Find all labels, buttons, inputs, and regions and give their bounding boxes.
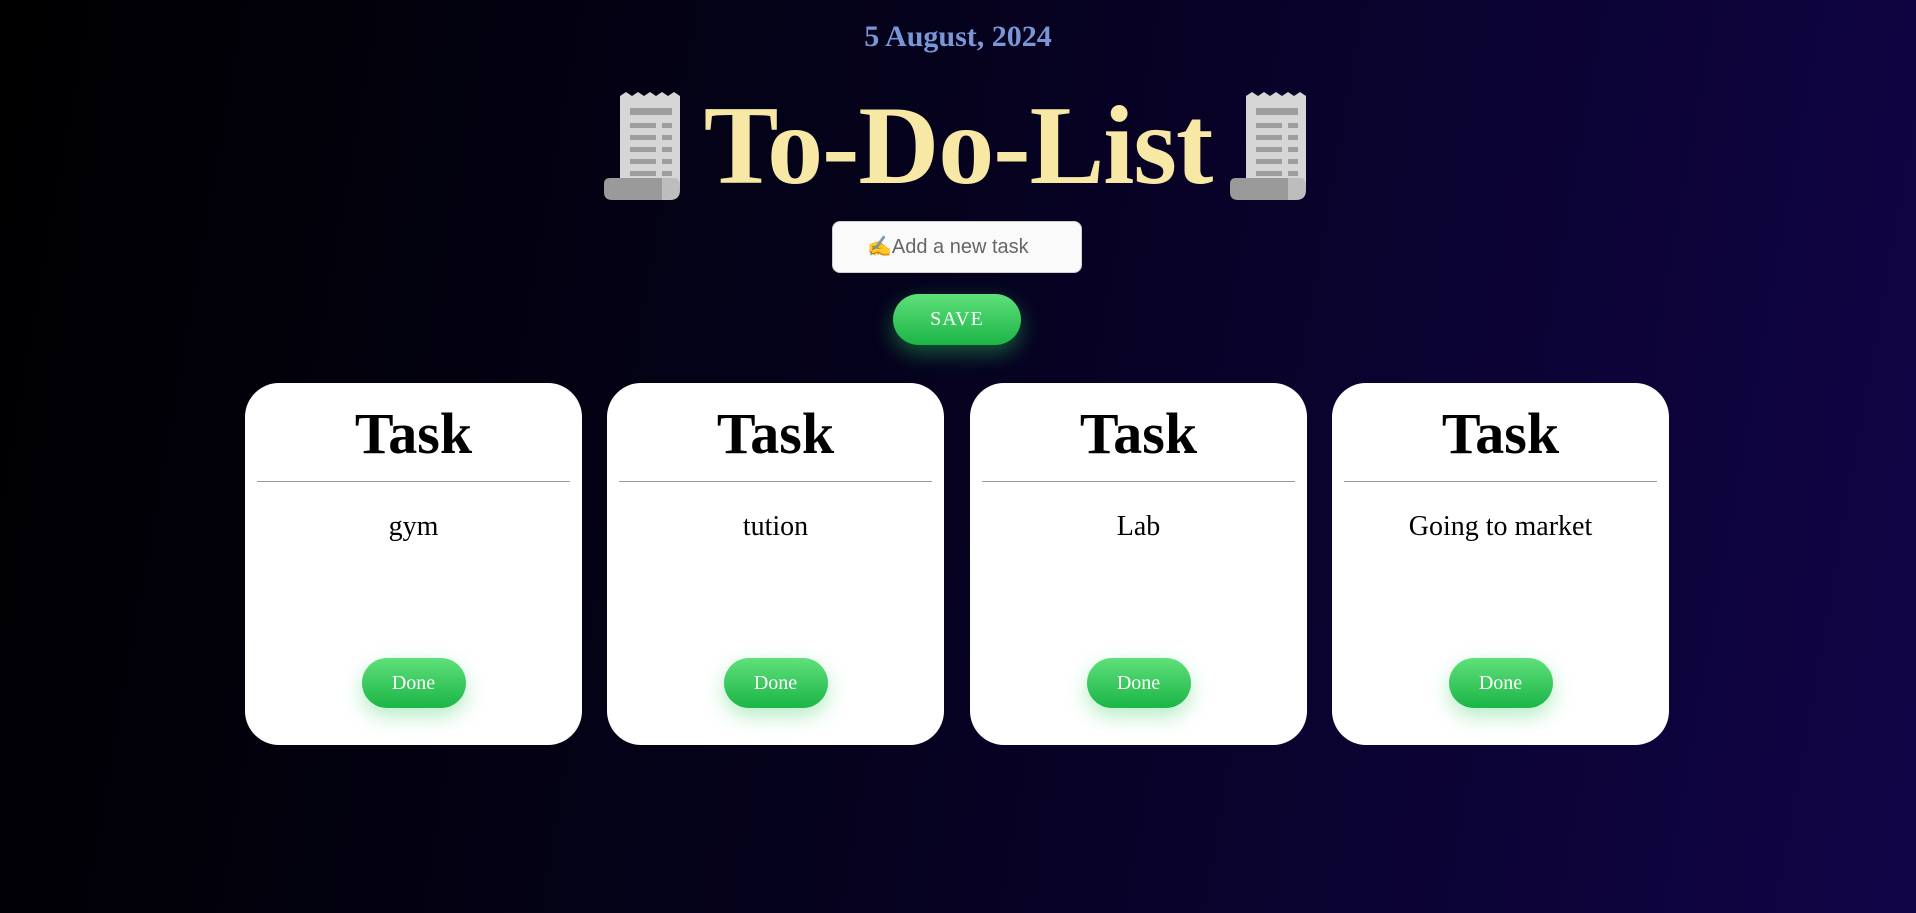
done-button[interactable]: Done [1448,658,1553,708]
task-text: gym [388,511,439,542]
task-cards: Task gym Done Task tution Done Task Lab … [245,383,1671,745]
task-text: Going to market [1408,511,1593,542]
save-button[interactable]: SAVE [893,294,1021,345]
task-text: tution [742,511,809,542]
new-task-input[interactable] [832,221,1082,273]
done-button[interactable]: Done [1086,658,1191,708]
title-row: To-Do-List [0,86,1916,206]
done-button[interactable]: Done [723,658,828,708]
divider [1344,481,1657,482]
task-card: Task Lab Done [970,383,1307,745]
divider [257,481,570,482]
task-card: Task gym Done [245,383,582,745]
task-card: Task Going to market Done [1332,383,1669,745]
task-card-heading: Task [716,401,835,466]
task-card-heading: Task [354,401,473,466]
task-card-heading: Task [1079,401,1198,466]
task-text: Lab [1116,511,1161,542]
done-button[interactable]: Done [361,658,466,708]
divider [982,481,1295,482]
page-title: To-Do-List [703,84,1214,208]
divider [619,481,932,482]
receipt-icon [603,92,680,200]
task-card-heading: Task [1441,401,1560,466]
task-card: Task tution Done [607,383,944,745]
date-label: 5 August, 2024 [864,20,1052,53]
receipt-icon [1230,92,1307,200]
